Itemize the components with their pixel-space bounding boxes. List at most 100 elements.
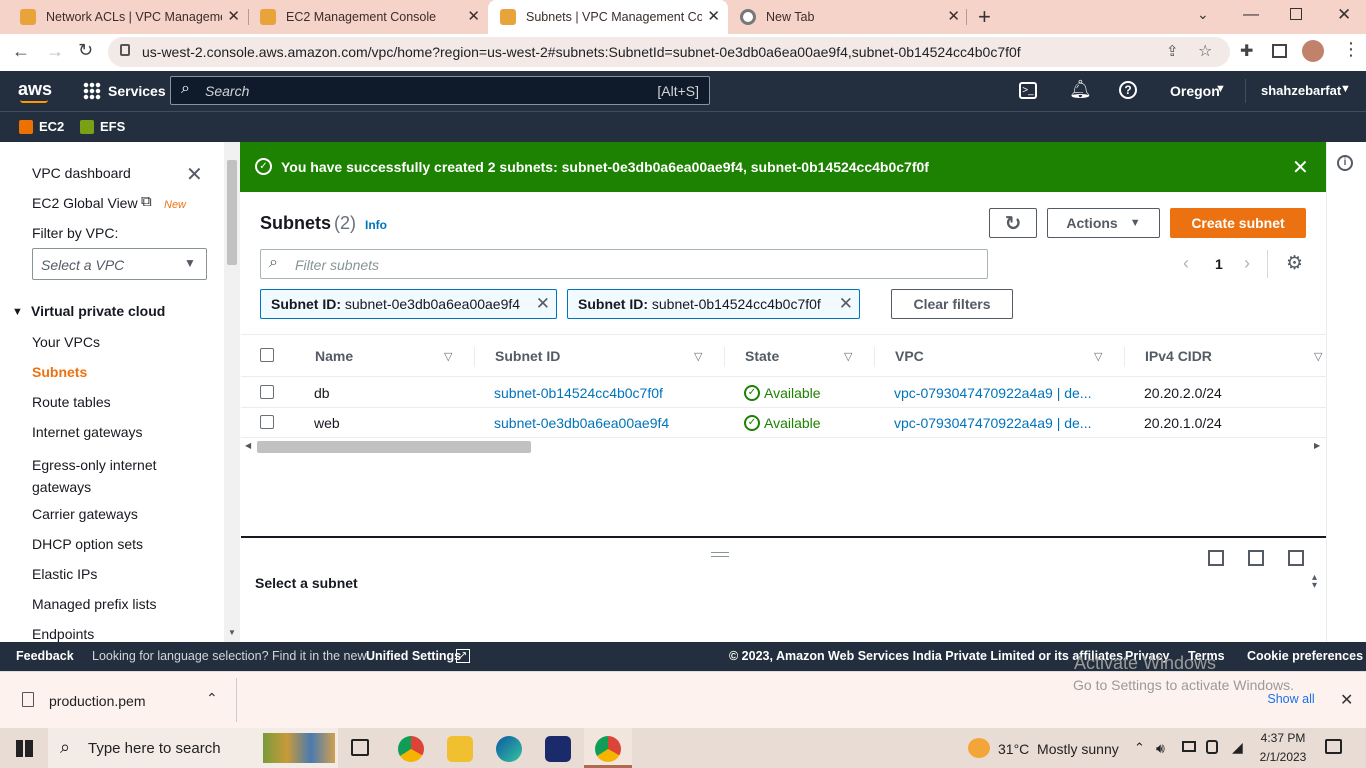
window-close-icon[interactable]: ✕ xyxy=(1337,5,1351,25)
side-panel-icon[interactable] xyxy=(1272,44,1287,58)
taskbar-search-box[interactable]: ⌕ Type here to search xyxy=(48,728,338,768)
services-menu[interactable]: Services xyxy=(108,83,166,99)
sidebar-item-internet-gateways[interactable]: Internet gateways xyxy=(32,424,143,440)
forward-arrow-icon[interactable]: → xyxy=(46,41,64,62)
sidebar-item-ec2-global-view[interactable]: EC2 Global View xyxy=(32,195,138,211)
next-page-icon[interactable]: › xyxy=(1244,253,1250,274)
select-all-checkbox[interactable] xyxy=(260,348,274,362)
sidebar-item-dhcp-option-sets[interactable]: DHCP option sets xyxy=(32,536,143,552)
task-view-icon[interactable] xyxy=(351,739,369,756)
volume-icon[interactable]: 🔊︎ xyxy=(1156,740,1165,757)
dismiss-flash-icon[interactable]: ✕ xyxy=(1292,155,1309,180)
sidebar-item-route-tables[interactable]: Route tables xyxy=(32,394,111,410)
weather-text[interactable]: 31°C Mostly sunny xyxy=(998,741,1119,757)
cloudshell-icon[interactable]: >_ xyxy=(1019,82,1037,99)
browser-tab-ec2[interactable]: EC2 Management Console ✕ xyxy=(248,0,488,34)
favorite-efs[interactable]: EFS xyxy=(100,119,125,134)
column-divider[interactable] xyxy=(724,347,725,367)
reload-icon[interactable]: ↻ xyxy=(78,40,93,61)
current-page[interactable]: 1 xyxy=(1215,256,1223,272)
sidebar-scrollbar[interactable]: ▼ xyxy=(224,142,240,642)
device-icon[interactable] xyxy=(1206,740,1218,754)
file-explorer-icon[interactable] xyxy=(447,736,473,762)
split-full-icon[interactable] xyxy=(1288,550,1304,566)
section-collapse-icon[interactable]: ▼ xyxy=(12,306,23,318)
table-horizontal-scrollbar[interactable]: ◀ ▶ xyxy=(244,440,1326,454)
column-header-ipv4-cidr[interactable]: IPv4 CIDR xyxy=(1145,348,1212,364)
notification-center-icon[interactable] xyxy=(1325,739,1342,754)
share-icon[interactable]: ⇪ xyxy=(1166,42,1179,60)
sidebar-item-subnets[interactable]: Subnets xyxy=(32,364,87,380)
bookmark-star-icon[interactable]: ☆ xyxy=(1198,41,1212,61)
show-hidden-icons-chevron-icon[interactable]: ⌃ xyxy=(1134,740,1145,756)
download-options-chevron-icon[interactable]: ⌃ xyxy=(206,690,218,707)
close-sidebar-icon[interactable]: ✕ xyxy=(186,162,203,187)
webex-taskbar-icon[interactable] xyxy=(545,736,571,762)
filter-subnets-input[interactable]: ⌕ Filter subnets xyxy=(260,249,988,279)
clear-filters-button[interactable]: Clear filters xyxy=(891,289,1013,319)
column-divider[interactable] xyxy=(1124,347,1125,367)
sidebar-scroll-thumb[interactable] xyxy=(227,160,237,265)
create-subnet-button[interactable]: Create subnet xyxy=(1170,208,1306,238)
favorite-ec2[interactable]: EC2 xyxy=(39,119,64,134)
split-bottom-icon[interactable] xyxy=(1208,550,1224,566)
network-icon[interactable]: ◢ xyxy=(1232,739,1243,756)
cell-vpc-link[interactable]: vpc-0793047470922a4a9 | de... xyxy=(894,415,1091,431)
close-tab-icon[interactable]: ✕ xyxy=(227,9,240,25)
cell-subnet-id-link[interactable]: subnet-0b14524cc4b0c7f0f xyxy=(494,385,663,401)
clock-time[interactable]: 4:37 PM xyxy=(1258,731,1308,745)
account-caret-icon[interactable]: ▼ xyxy=(1340,83,1351,95)
new-tab-icon[interactable]: + xyxy=(978,4,991,30)
close-tab-icon[interactable]: ✕ xyxy=(947,9,960,25)
remove-filter-icon[interactable]: ✕ xyxy=(536,294,550,314)
column-header-subnet-id[interactable]: Subnet ID xyxy=(495,348,560,364)
table-scroll-thumb[interactable] xyxy=(257,441,531,453)
column-header-name[interactable]: Name xyxy=(315,348,353,364)
show-all-button[interactable]: Show all xyxy=(1260,684,1322,714)
sidebar-item-managed-prefix-lists[interactable]: Managed prefix lists xyxy=(32,596,157,612)
services-grid-icon[interactable] xyxy=(83,82,101,100)
restore-icon[interactable] xyxy=(1290,8,1302,20)
sort-caret-icon[interactable]: ▽ xyxy=(844,350,852,363)
browser-tab-subnets[interactable]: Subnets | VPC Management Console ✕ xyxy=(488,0,728,34)
address-bar[interactable]: us-west-2.console.aws.amazon.com/vpc/hom… xyxy=(108,37,1230,67)
sort-caret-icon[interactable]: ▽ xyxy=(444,350,452,363)
sidebar-item-carrier-gateways[interactable]: Carrier gateways xyxy=(32,506,138,522)
info-link[interactable]: Info xyxy=(365,218,387,232)
region-caret-icon[interactable]: ▼ xyxy=(1215,83,1226,95)
info-panel-icon[interactable]: i xyxy=(1337,155,1353,171)
download-filename[interactable]: production.pem xyxy=(49,693,146,709)
actions-button[interactable]: Actions ▼ xyxy=(1047,208,1160,238)
scroll-down-icon[interactable]: ▼ xyxy=(228,628,236,637)
row-checkbox[interactable] xyxy=(260,385,274,399)
browser-menu-icon[interactable]: ⋮ xyxy=(1342,39,1360,60)
aws-logo[interactable]: aws xyxy=(18,79,52,100)
scroll-left-icon[interactable]: ◀ xyxy=(245,441,251,450)
sort-caret-icon[interactable]: ▽ xyxy=(694,350,702,363)
scroll-right-icon[interactable]: ▶ xyxy=(1314,441,1320,450)
browser-tab-network-acls[interactable]: Network ACLs | VPC Management Console ✕ xyxy=(8,0,248,34)
minimize-icon[interactable]: — xyxy=(1243,6,1259,24)
account-menu[interactable]: shahzebarfat xyxy=(1261,83,1341,98)
column-divider[interactable] xyxy=(474,347,475,367)
split-side-icon[interactable] xyxy=(1248,550,1264,566)
unified-settings-link[interactable]: Unified Settings xyxy=(366,649,461,663)
sidebar-item-endpoints[interactable]: Endpoints xyxy=(32,626,94,642)
edge-taskbar-icon[interactable] xyxy=(496,736,522,762)
sidebar-item-your-vpcs[interactable]: Your VPCs xyxy=(32,334,100,350)
row-checkbox[interactable] xyxy=(260,415,274,429)
battery-icon[interactable] xyxy=(1182,741,1196,752)
sort-caret-icon[interactable]: ▽ xyxy=(1094,350,1102,363)
remove-filter-icon[interactable]: ✕ xyxy=(839,294,853,314)
vpc-filter-select[interactable]: Select a VPC ▼ xyxy=(32,248,207,280)
region-selector[interactable]: Oregon xyxy=(1170,83,1220,99)
close-tab-icon[interactable]: ✕ xyxy=(467,9,480,25)
address-url[interactable]: us-west-2.console.aws.amazon.com/vpc/hom… xyxy=(142,44,1021,60)
sidebar-item-elastic-ips[interactable]: Elastic IPs xyxy=(32,566,97,582)
help-icon[interactable]: ? xyxy=(1119,81,1137,99)
back-arrow-icon[interactable]: ← xyxy=(12,41,30,62)
sidebar-item-egress-only-gateways[interactable]: Egress-only internet gateways xyxy=(32,454,182,498)
cell-vpc-link[interactable]: vpc-0793047470922a4a9 | de... xyxy=(894,385,1091,401)
chrome-profile-taskbar-icon[interactable] xyxy=(595,736,621,762)
close-download-bar-icon[interactable]: ✕ xyxy=(1340,690,1353,710)
